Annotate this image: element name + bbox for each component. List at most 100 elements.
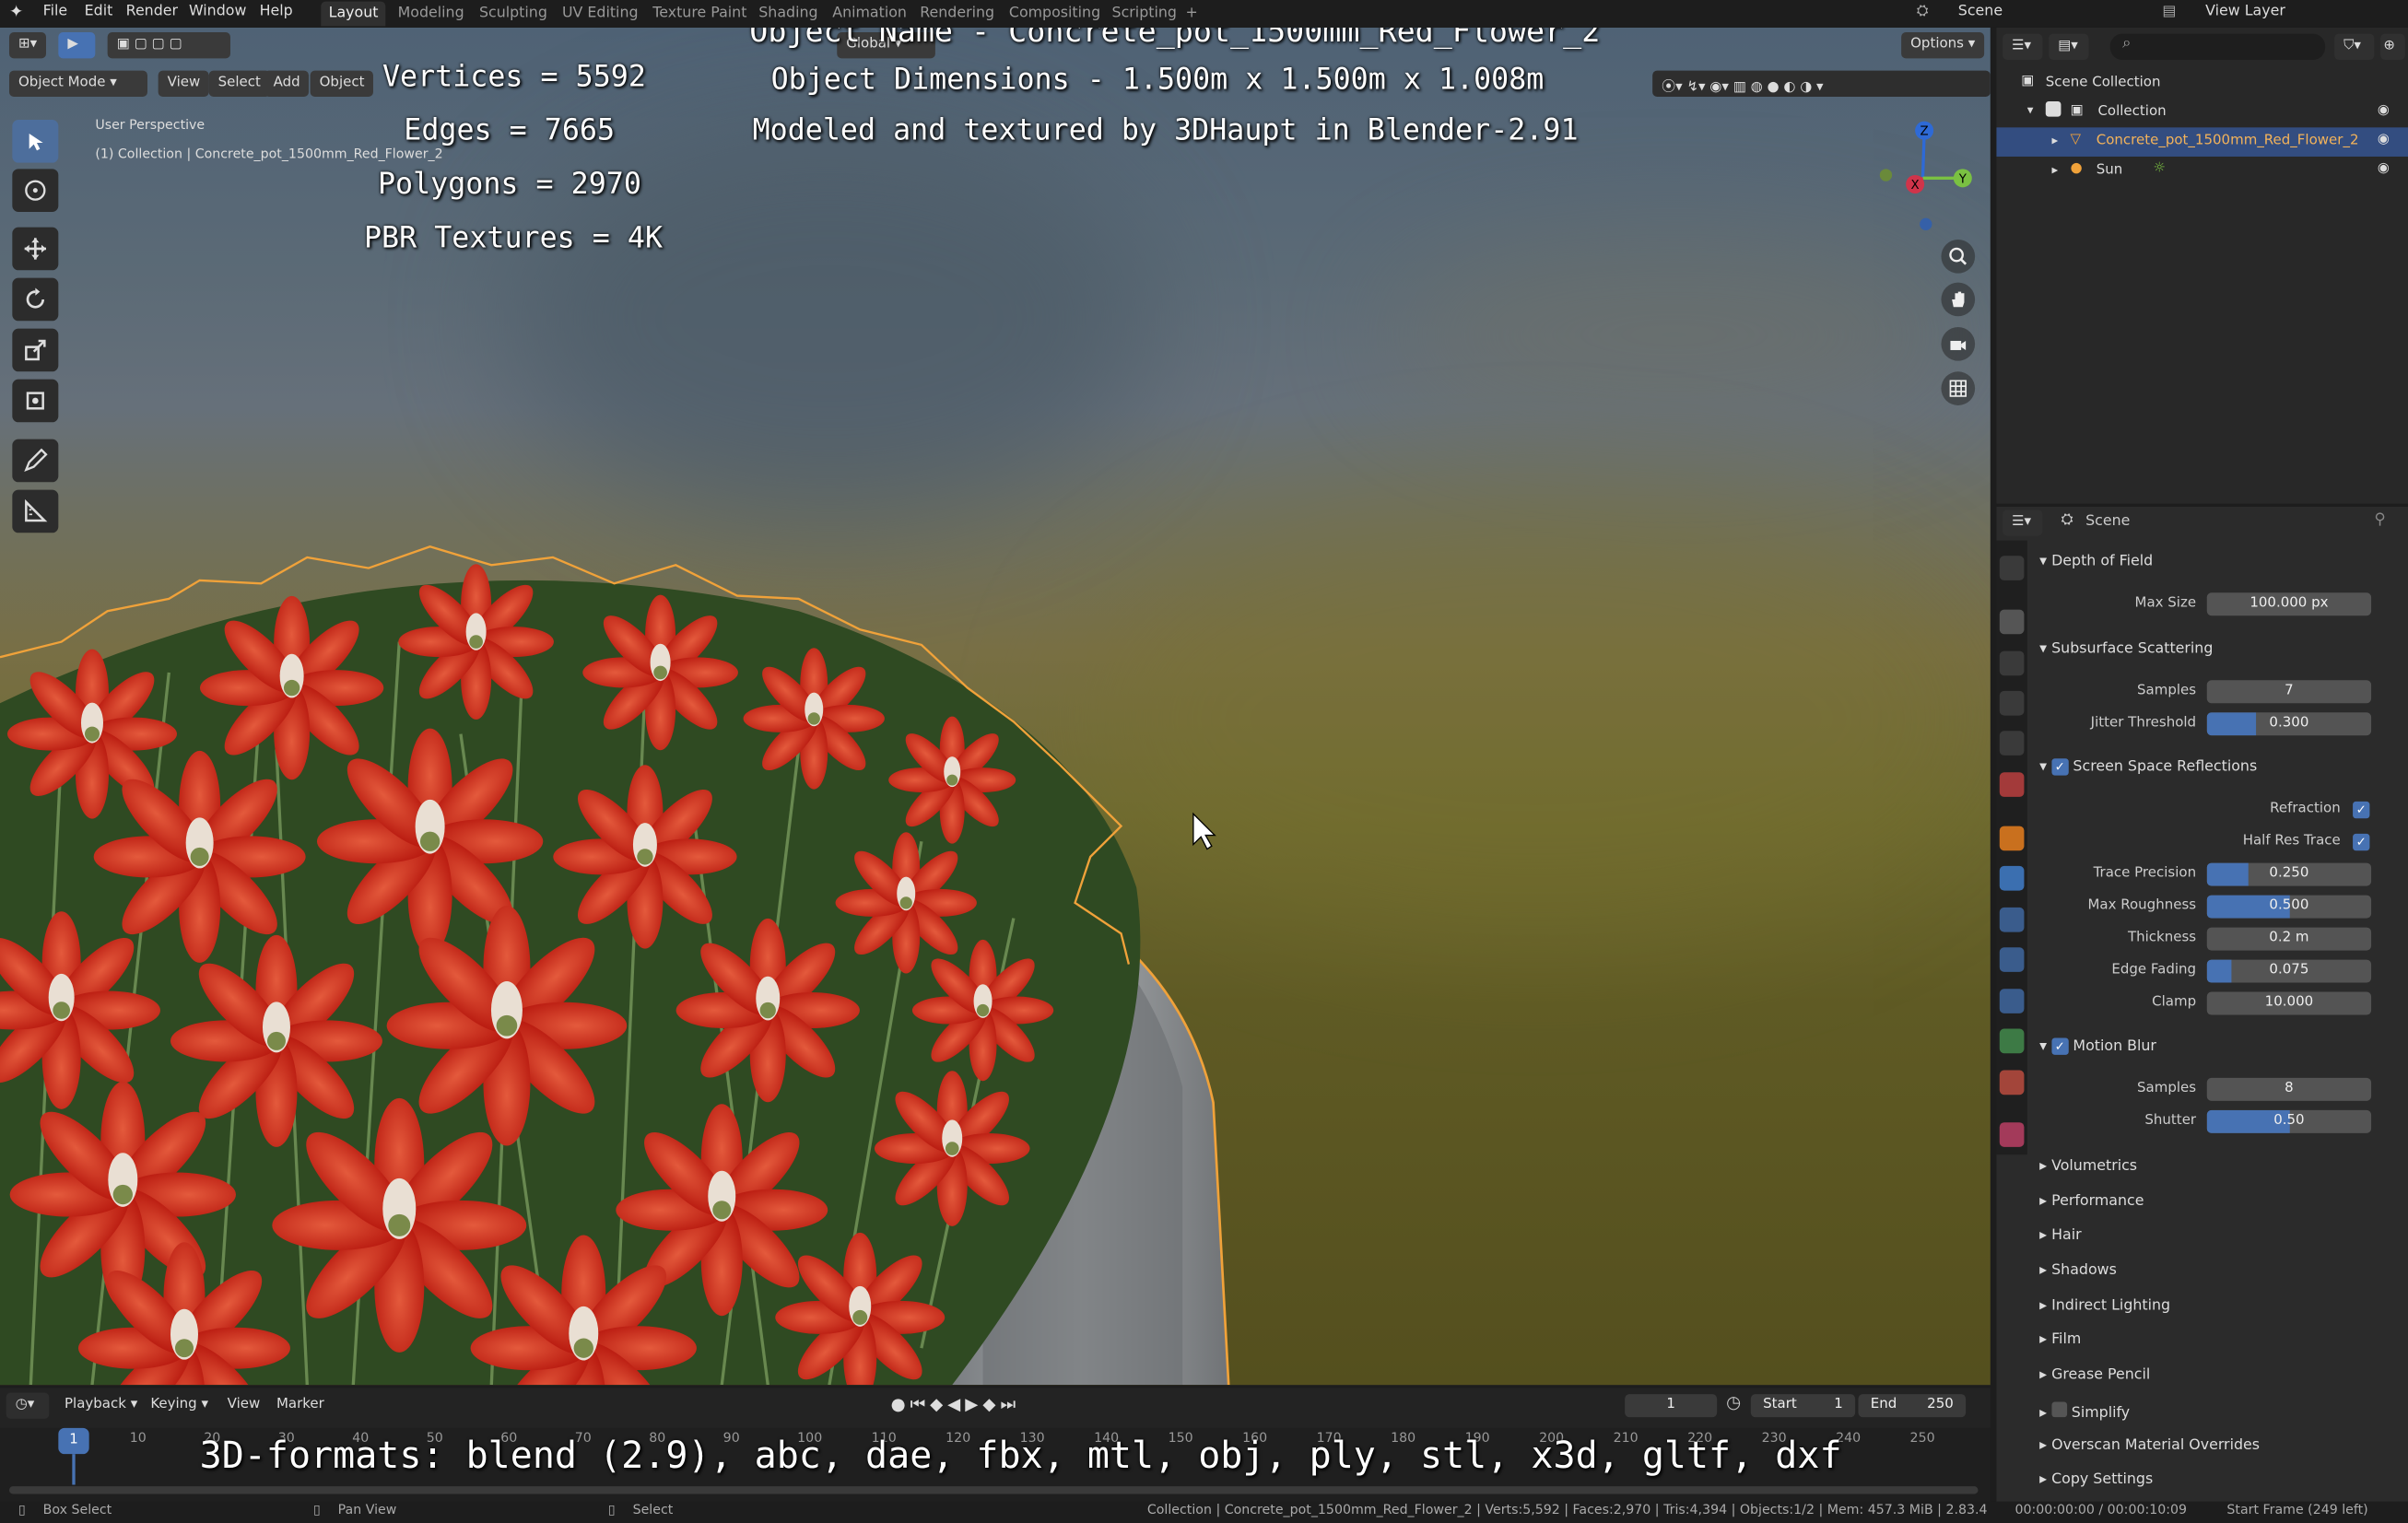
tool-tab-icon[interactable] [1999, 556, 2025, 580]
outliner-search-input[interactable]: ⌕ [2109, 33, 2326, 60]
motion-blur-checkbox[interactable]: ✓ [2051, 1037, 2069, 1055]
expand-arrow-icon[interactable]: ▸ [2051, 163, 2058, 177]
max-roughness-slider[interactable]: 0.500 [2206, 895, 2372, 919]
cursor-tool-icon[interactable] [12, 169, 59, 212]
view-layer-selector[interactable]: View Layer [2205, 3, 2285, 19]
tab-compositing[interactable]: Compositing [1002, 2, 1109, 27]
end-frame-field[interactable]: End 250 [1858, 1394, 1967, 1418]
grease-pencil-section-header[interactable]: ▸ Grease Pencil [2039, 1366, 2150, 1383]
select-menu[interactable]: Select [208, 70, 270, 97]
pin-icon[interactable]: ⚲ [2374, 511, 2385, 528]
outliner-row-object[interactable]: ▸ ▽ Concrete_pot_1500mm_Red_Flower_2 ◉ [1996, 127, 2408, 157]
camera-view-icon[interactable] [1941, 326, 1976, 361]
3d-viewport[interactable]: ⊞▾ ▶ ▣ ▢ ▢ ▢ Object Mode ▾ View Select A… [0, 27, 1991, 1386]
output-tab-icon[interactable] [1999, 650, 2025, 676]
scale-tool-icon[interactable] [12, 328, 59, 372]
visibility-eye-icon[interactable]: ◉ [2378, 103, 2390, 119]
data-tab-icon[interactable] [1999, 1028, 2025, 1054]
thickness-field[interactable]: 0.2 m [2206, 927, 2372, 951]
outliner-row-sun[interactable]: ▸ ● Sun ☼ ◉ [1996, 157, 2408, 186]
motion-blur-section-header[interactable]: ▾ ✓ Motion Blur [2039, 1037, 2156, 1055]
ssr-enable-checkbox[interactable]: ✓ [2051, 758, 2069, 776]
copy-settings-section-header[interactable]: ▸ Copy Settings [2039, 1471, 2153, 1488]
outliner-editor-type-button[interactable]: ☰▾ [2003, 33, 2043, 60]
zoom-icon[interactable] [1941, 239, 1976, 274]
selection-modes[interactable]: ▣ ▢ ▢ ▢ [107, 31, 230, 59]
editor-type-button[interactable]: ⊞▾ [8, 31, 46, 59]
visibility-eye-icon[interactable]: ◉ [2378, 161, 2390, 177]
tab-shading[interactable]: Shading [751, 2, 826, 27]
view-menu[interactable]: View [158, 70, 210, 97]
tab-sculpting[interactable]: Sculpting [472, 2, 556, 27]
indirect-lighting-section-header[interactable]: ▸ Indirect Lighting [2039, 1297, 2170, 1314]
max-size-field[interactable]: 100.000 px [2206, 592, 2372, 616]
menu-window[interactable]: Window [189, 3, 246, 19]
menu-help[interactable]: Help [260, 3, 293, 19]
start-frame-field[interactable]: Start 1 [1750, 1394, 1856, 1418]
select-mode-icon[interactable]: ▶ [58, 31, 96, 59]
jitter-threshold-slider[interactable]: 0.300 [2206, 712, 2372, 736]
new-collection-icon[interactable]: ⊕ [2380, 33, 2405, 60]
scene-selector[interactable]: Scene [1958, 3, 2003, 19]
menu-edit[interactable]: Edit [85, 3, 113, 19]
expand-arrow-icon[interactable]: ▾ [2027, 103, 2034, 117]
material-overrides-section-header[interactable]: ▸ Overscan Material Overrides [2039, 1437, 2260, 1454]
properties-editor-type-button[interactable]: ☰▾ [2003, 510, 2043, 536]
tab-animation[interactable]: Animation [825, 2, 914, 27]
tab-modeling[interactable]: Modeling [390, 2, 472, 27]
sss-samples-field[interactable]: 7 [2206, 680, 2372, 704]
visibility-eye-icon[interactable]: ◉ [2378, 132, 2390, 147]
edge-fading-slider[interactable]: 0.075 [2206, 959, 2372, 983]
scene-tab-icon[interactable] [1999, 731, 2025, 756]
add-workspace-button[interactable]: + [1178, 2, 1205, 27]
menu-file[interactable]: File [43, 3, 68, 19]
mb-samples-field[interactable]: 8 [2206, 1077, 2372, 1101]
transform-tool-icon[interactable] [12, 379, 59, 423]
pan-hand-icon[interactable] [1941, 282, 1976, 317]
outliner-row-collection[interactable]: ▾ ▣ Collection ◉ [1996, 99, 2408, 128]
sss-section-header[interactable]: ▾ Subsurface Scattering [2039, 640, 2213, 657]
constraints-tab-icon[interactable] [1999, 989, 2025, 1013]
rotate-tool-icon[interactable] [12, 277, 59, 322]
tab-texture-paint[interactable]: Texture Paint [645, 2, 755, 27]
modifier-tab-icon[interactable] [1999, 865, 2025, 891]
clock-icon[interactable]: ◷ [1726, 1393, 1741, 1413]
display-mode-button[interactable]: ▤▾ [2049, 33, 2089, 60]
outliner-row-scene-collection[interactable]: ▣ Scene Collection [1996, 69, 2408, 99]
ortho-grid-icon[interactable] [1941, 371, 1976, 405]
half-res-trace-checkbox[interactable]: ✓ [2353, 833, 2370, 851]
particles-tab-icon[interactable] [1999, 907, 2025, 932]
annotate-tool-icon[interactable] [12, 439, 59, 483]
playhead[interactable]: 1 [58, 1427, 89, 1455]
navigation-gizmo[interactable]: Z Y X [1871, 117, 1975, 240]
filter-icon[interactable]: ⛉▾ [2334, 33, 2375, 60]
object-tab-icon[interactable] [1999, 826, 2025, 851]
tab-scripting[interactable]: Scripting [1104, 2, 1184, 27]
simplify-section-header[interactable]: ▸ Simplify [2039, 1401, 2130, 1422]
render-tab-icon[interactable] [1999, 609, 2025, 635]
texture-tab-icon[interactable] [1999, 1122, 2025, 1147]
object-menu[interactable]: Object [310, 70, 374, 97]
volumetrics-section-header[interactable]: ▸ Volumetrics [2039, 1158, 2137, 1175]
shutter-slider[interactable]: 0.50 [2206, 1109, 2372, 1133]
trace-precision-slider[interactable]: 0.250 [2206, 862, 2372, 886]
select-box-tool-icon[interactable] [12, 119, 59, 163]
physics-tab-icon[interactable] [1999, 947, 2025, 972]
view-layer-tab-icon[interactable] [1999, 690, 2025, 716]
material-tab-icon[interactable] [1999, 1070, 2025, 1095]
move-tool-icon[interactable] [12, 227, 59, 271]
timeline-scrollbar[interactable] [8, 1486, 1979, 1494]
timeline-editor-type-button[interactable]: ◷▾ [6, 1392, 50, 1419]
tab-uv-editing[interactable]: UV Editing [555, 2, 646, 27]
simplify-checkbox[interactable] [2051, 1401, 2067, 1418]
timeline-view-menu[interactable]: View [218, 1393, 270, 1419]
dof-section-header[interactable]: ▾ Depth of Field [2039, 553, 2153, 569]
menu-render[interactable]: Render [126, 3, 178, 19]
clamp-field[interactable]: 10.000 [2206, 991, 2372, 1015]
tab-rendering[interactable]: Rendering [912, 2, 1003, 27]
keying-menu[interactable]: Keying ▾ [141, 1393, 217, 1419]
ssr-section-header[interactable]: ▾ ✓ Screen Space Reflections [2039, 758, 2257, 776]
tab-layout[interactable]: Layout [321, 1, 386, 27]
expand-arrow-icon[interactable]: ▸ [2051, 134, 2058, 147]
shadows-section-header[interactable]: ▸ Shadows [2039, 1262, 2117, 1279]
